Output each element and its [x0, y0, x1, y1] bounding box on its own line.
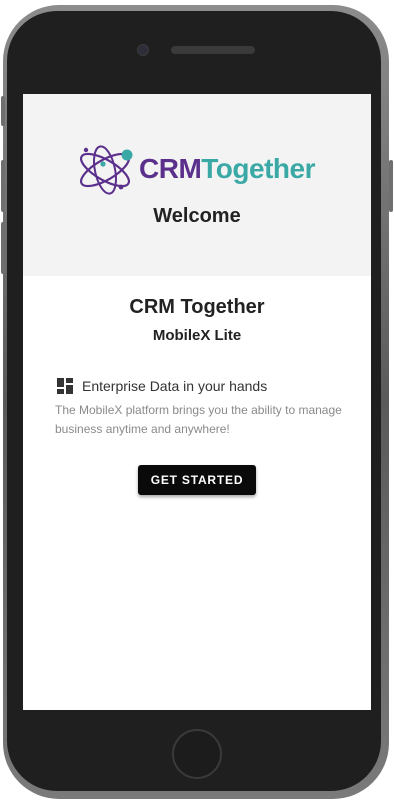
brand-wordmark: CRMTogether [139, 153, 315, 185]
brand-name-part1: CRM [139, 153, 202, 184]
speaker-grille [171, 46, 255, 54]
power-button [389, 160, 393, 212]
app-subtitle: MobileX Lite [152, 327, 242, 344]
welcome-header: CRMTogether Welcome [23, 94, 371, 276]
home-button[interactable] [172, 729, 222, 779]
brand-name-part2: Together [201, 153, 315, 184]
app-screen: CRMTogether Welcome CRM Together MobileX… [23, 94, 371, 710]
mute-switch [1, 96, 5, 126]
atom-orbit-icon [79, 145, 133, 195]
feature-row: Enterprise Data in your hands [57, 376, 267, 396]
feature-description: The MobileX platform brings you the abil… [55, 403, 342, 436]
front-camera-icon [137, 44, 149, 56]
device-frame: CRMTogether Welcome CRM Together MobileX… [0, 0, 394, 804]
welcome-title: Welcome [153, 205, 241, 227]
get-started-button[interactable]: GET STARTED [138, 465, 256, 495]
volume-down-button [1, 222, 5, 274]
app-title: CRM Together [129, 296, 265, 318]
volume-up-button [1, 160, 5, 212]
brand-logo: CRMTogether [77, 142, 317, 198]
feature-heading: Enterprise Data in your hands [82, 378, 268, 394]
dashboard-icon [57, 378, 73, 394]
